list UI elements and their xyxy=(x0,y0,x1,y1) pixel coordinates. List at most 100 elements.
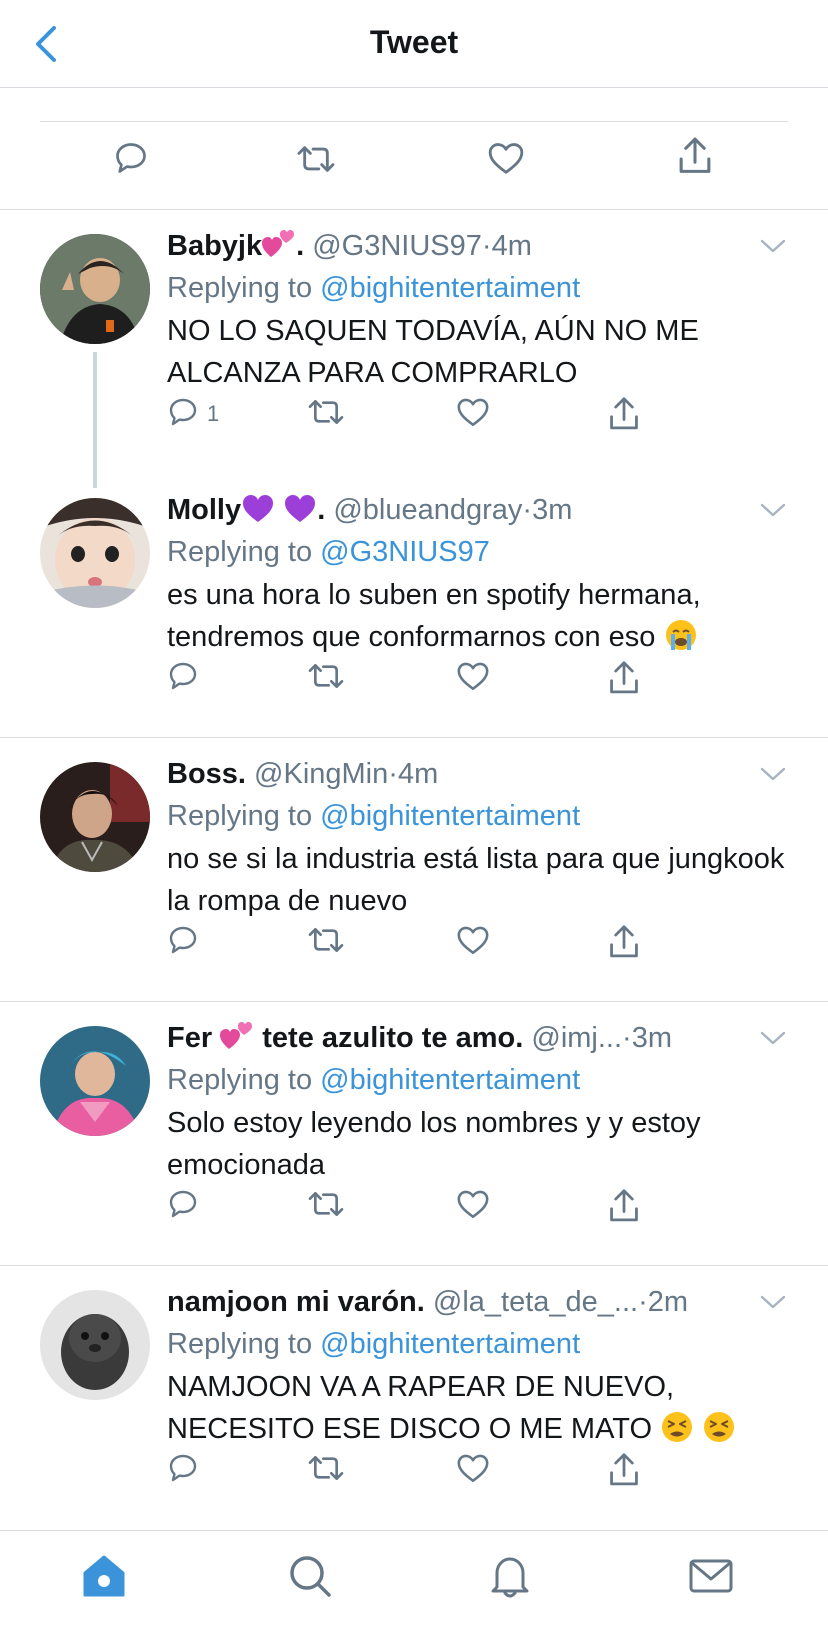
tweet-actions xyxy=(167,660,667,696)
tired-face-emoji xyxy=(704,1412,735,1442)
reply-action[interactable]: 1 xyxy=(167,396,227,432)
handle[interactable]: @imj... xyxy=(531,1022,622,1054)
display-name: Babyjk xyxy=(167,230,263,262)
like-heart-icon[interactable] xyxy=(456,660,490,692)
reply-tweet[interactable]: Molly . @blueandgray·3m Replying to @G3N… xyxy=(0,474,828,738)
bottom-tab-bar xyxy=(0,1530,828,1628)
display-name: Boss. xyxy=(167,758,246,790)
handle[interactable]: @G3NIUS97 xyxy=(312,230,482,262)
retweet-icon[interactable] xyxy=(307,396,345,428)
reply-icon[interactable] xyxy=(167,924,199,956)
tweet-text-wrap: es una hora lo suben en spotify hermana,… xyxy=(167,574,807,658)
timestamp: 2m xyxy=(647,1286,689,1318)
share-icon[interactable] xyxy=(676,136,714,176)
chevron-down-icon[interactable] xyxy=(758,764,788,784)
replying-to: Replying to @bighitentertaiment xyxy=(167,1324,580,1364)
replying-to-link[interactable]: @G3NIUS97 xyxy=(320,536,490,568)
reply-icon[interactable] xyxy=(167,1452,199,1484)
timestamp: 4m xyxy=(397,758,439,790)
handle[interactable]: @blueandgray xyxy=(333,494,522,526)
reply-tweet[interactable]: Babyjk. @G3NIUS97·4m Replying to @bighit… xyxy=(0,210,828,474)
replying-to-label: Replying to xyxy=(167,800,313,832)
reply-tweet[interactable]: Fer tete azulito te amo. @imj...·3m Repl… xyxy=(0,1002,828,1266)
tweet-header: Molly . @blueandgray·3m xyxy=(167,490,738,530)
chevron-down-icon[interactable] xyxy=(758,236,788,256)
replying-to-label: Replying to xyxy=(167,1064,313,1096)
share-icon[interactable] xyxy=(607,1188,641,1224)
main-tweet-actions xyxy=(0,88,828,210)
handle[interactable]: @la_teta_de_... xyxy=(433,1286,638,1318)
pink-hearts-emoji xyxy=(220,1022,253,1049)
tweet-text: NO LO SAQUEN TODAVÍA, AÚN NO ME ALCANZA … xyxy=(167,315,699,389)
display-name: Fer xyxy=(167,1022,213,1054)
chevron-down-icon[interactable] xyxy=(758,1028,788,1048)
replying-to-link[interactable]: @bighitentertaiment xyxy=(320,800,580,832)
tweet-text: NAMJOON VA A RAPEAR DE NUEVO, NECESITO E… xyxy=(167,1371,675,1445)
timestamp: 3m xyxy=(631,1022,672,1054)
replying-to-label: Replying to xyxy=(167,272,313,304)
replying-to-link[interactable]: @bighitentertaiment xyxy=(320,1328,580,1360)
replying-to: Replying to @G3NIUS97 xyxy=(167,532,490,572)
share-icon[interactable] xyxy=(607,396,641,432)
home-icon[interactable] xyxy=(79,1551,129,1601)
tired-face-emoji xyxy=(662,1412,693,1442)
reply-tweet[interactable]: Boss. @KingMin·4m Replying to @bighitent… xyxy=(0,738,828,1002)
like-heart-icon[interactable] xyxy=(487,140,525,176)
messages-envelope-icon[interactable] xyxy=(686,1551,736,1601)
display-name: namjoon mi varón. xyxy=(167,1286,425,1318)
retweet-icon[interactable] xyxy=(307,660,345,692)
tweet-actions xyxy=(167,924,667,960)
crying-face-emoji xyxy=(665,620,696,650)
display-name-suffix: . xyxy=(317,494,326,526)
tweet-text: no se si la industria está lista para qu… xyxy=(167,843,785,917)
avatar[interactable] xyxy=(40,762,150,872)
tweet-actions xyxy=(167,1452,667,1488)
like-heart-icon[interactable] xyxy=(456,1188,490,1220)
retweet-icon[interactable] xyxy=(296,142,336,176)
purple-heart-emoji xyxy=(243,495,274,522)
reply-icon[interactable] xyxy=(167,1188,199,1220)
timestamp: 4m xyxy=(491,230,532,262)
retweet-icon[interactable] xyxy=(307,924,345,956)
tweet-text: es una hora lo suben en spotify hermana,… xyxy=(167,579,701,653)
separator-dot: · xyxy=(522,494,533,526)
chevron-down-icon[interactable] xyxy=(758,1292,788,1312)
like-heart-icon[interactable] xyxy=(456,1452,490,1484)
avatar-photo xyxy=(40,234,150,344)
avatar[interactable] xyxy=(40,498,150,608)
share-icon[interactable] xyxy=(607,924,641,960)
retweet-icon[interactable] xyxy=(307,1188,345,1220)
like-heart-icon[interactable] xyxy=(456,396,490,428)
reply-count: 1 xyxy=(207,401,220,426)
tweet-actions: 1 xyxy=(167,396,667,432)
replying-to: Replying to @bighitentertaiment xyxy=(167,268,580,308)
separator-dot: · xyxy=(388,758,398,790)
nav-header: Tweet xyxy=(0,0,828,88)
replying-to-link[interactable]: @bighitentertaiment xyxy=(320,272,580,304)
replying-to: Replying to @bighitentertaiment xyxy=(167,796,580,836)
replying-to-label: Replying to xyxy=(167,1328,313,1360)
divider xyxy=(40,121,788,122)
avatar[interactable] xyxy=(40,1026,150,1136)
reply-icon[interactable] xyxy=(113,140,149,176)
display-name-suffix: . xyxy=(296,230,305,262)
avatar[interactable] xyxy=(40,1290,150,1400)
cut-off-text xyxy=(40,88,800,96)
share-icon[interactable] xyxy=(607,1452,641,1488)
retweet-icon[interactable] xyxy=(307,1452,345,1484)
tweet-text-wrap: NAMJOON VA A RAPEAR DE NUEVO, NECESITO E… xyxy=(167,1366,807,1450)
avatar[interactable] xyxy=(40,234,150,344)
replying-to-link[interactable]: @bighitentertaiment xyxy=(320,1064,580,1096)
tweet-text: Solo estoy leyendo los nombres y y estoy… xyxy=(167,1107,701,1181)
chevron-down-icon[interactable] xyxy=(758,500,788,520)
replying-to-label: Replying to xyxy=(167,536,313,568)
notifications-bell-icon[interactable] xyxy=(485,1551,535,1601)
search-icon[interactable] xyxy=(285,1551,335,1601)
avatar-photo xyxy=(40,1290,150,1400)
like-heart-icon[interactable] xyxy=(456,924,490,956)
reply-tweet[interactable]: namjoon mi varón. @la_teta_de_...·2m Rep… xyxy=(0,1266,828,1530)
tweet-actions xyxy=(167,1188,667,1224)
reply-icon[interactable] xyxy=(167,660,199,692)
share-icon[interactable] xyxy=(607,660,641,696)
handle[interactable]: @KingMin xyxy=(254,758,388,790)
